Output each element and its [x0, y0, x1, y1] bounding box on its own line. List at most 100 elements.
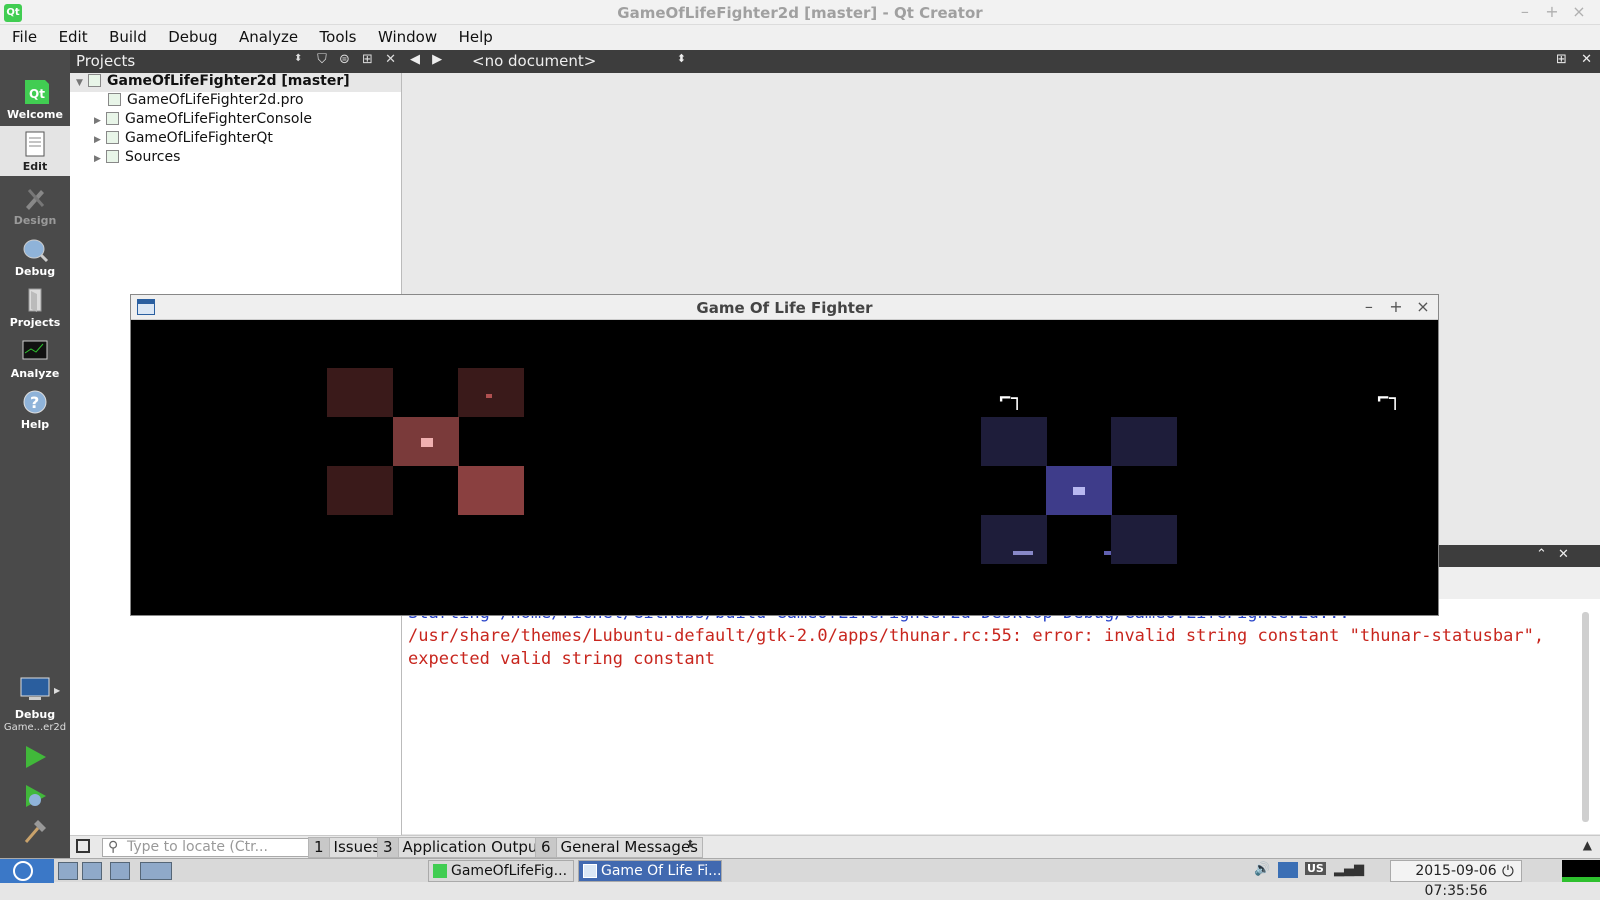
- network-manager-icon[interactable]: [1278, 862, 1298, 878]
- browser-launcher-icon[interactable]: [110, 862, 130, 880]
- menu-build[interactable]: Build: [109, 25, 147, 46]
- toggle-sidebar-icon[interactable]: [76, 839, 90, 853]
- editor-toolbar: ◀ ▶ <no document> ⬍ ⊞ ✕: [402, 50, 1600, 73]
- tree-item-sources[interactable]: ▶ Sources: [94, 149, 180, 168]
- menu-debug[interactable]: Debug: [168, 25, 217, 46]
- blue-cell: [1111, 417, 1177, 466]
- debug-run-icon[interactable]: [20, 782, 50, 810]
- svg-text:Qt: Qt: [29, 87, 45, 101]
- nav-forward-icon[interactable]: ▶: [432, 52, 442, 67]
- filter-icon[interactable]: ⛉: [317, 52, 327, 67]
- menu-bar: File Edit Build Debug Analyze Tools Wind…: [0, 25, 1600, 50]
- close-output-icon[interactable]: ✕: [1558, 547, 1569, 562]
- projects-pane-title[interactable]: Projects: [76, 52, 135, 70]
- collapse-arrow-icon[interactable]: ▼: [76, 78, 88, 88]
- menu-edit[interactable]: Edit: [59, 25, 88, 46]
- close-pane-icon[interactable]: ✕: [385, 52, 396, 67]
- run-icon[interactable]: [20, 743, 50, 771]
- kit-build-config: Debug: [14, 708, 56, 721]
- mode-projects[interactable]: Projects: [0, 282, 70, 334]
- minimize-button[interactable]: –: [1514, 2, 1536, 21]
- task-qtcreator[interactable]: GameOfLifeFig...: [428, 860, 574, 882]
- output-toolbar: [1438, 567, 1600, 599]
- build-hammer-icon[interactable]: [20, 818, 50, 846]
- signal-strength-icon[interactable]: ▂▄▆: [1334, 862, 1364, 877]
- output-scrollbar[interactable]: [1582, 612, 1589, 822]
- locator-input[interactable]: ⚲ Type to locate (Ctr...: [102, 838, 328, 857]
- volume-icon[interactable]: 🔊: [1254, 862, 1270, 877]
- qt-project-icon: [88, 74, 101, 87]
- start-logo-icon: [13, 861, 33, 881]
- task-game-window[interactable]: Game Of Life Fi...: [578, 860, 722, 882]
- game-minimize-button[interactable]: –: [1358, 297, 1380, 316]
- blue-marker: [1013, 551, 1033, 555]
- tree-item-pro-file[interactable]: GameOfLifeFighter2d.pro: [108, 92, 304, 111]
- desktop-switcher-icon[interactable]: [140, 862, 172, 880]
- blue-marker: [1104, 551, 1111, 555]
- nav-back-icon[interactable]: ◀: [410, 52, 420, 67]
- pane-button-app-output[interactable]: 3 Application Output: [377, 837, 549, 858]
- keyboard-layout-indicator[interactable]: US: [1305, 862, 1326, 875]
- scroll-up-icon[interactable]: ▲: [1583, 838, 1592, 852]
- mode-edit-label: Edit: [22, 160, 48, 173]
- tree-item-label: GameOfLifeFighterConsole: [125, 111, 312, 127]
- window-controls: – + ×: [1514, 2, 1590, 21]
- window-title: GameOfLifeFighter2d [master] - Qt Creato…: [617, 4, 983, 22]
- game-close-button[interactable]: ×: [1412, 297, 1434, 316]
- maximize-pane-icon[interactable]: ⌃: [1536, 547, 1547, 562]
- mode-edit[interactable]: Edit: [0, 126, 70, 176]
- power-icon[interactable]: ⏻: [1502, 862, 1514, 880]
- mode-sidebar: Qt Welcome Edit Design Debug Projects An…: [0, 50, 70, 858]
- pane-label: Application Output: [402, 838, 544, 856]
- menu-analyze[interactable]: Analyze: [239, 25, 298, 46]
- close-editor-icon[interactable]: ✕: [1581, 52, 1592, 67]
- design-pen-icon: [26, 189, 45, 210]
- game-window-controls: – + ×: [1358, 297, 1434, 316]
- svg-text:?: ?: [30, 393, 39, 412]
- expand-arrow-icon[interactable]: ▶: [94, 135, 106, 145]
- terminal-launcher-icon[interactable]: [82, 862, 102, 880]
- application-output[interactable]: Starting /home/richel/GitHubs/build-Game…: [402, 599, 1600, 834]
- file-manager-launcher-icon[interactable]: [58, 862, 78, 880]
- tree-item-label: Sources: [125, 149, 181, 165]
- expand-arrow-icon[interactable]: ▶: [94, 116, 106, 126]
- more-panes-icon[interactable]: ⬍: [686, 839, 694, 850]
- mode-welcome-label: Welcome: [7, 108, 63, 121]
- pane-button-general-messages[interactable]: 6 General Messages: [535, 837, 703, 858]
- document-selector[interactable]: <no document> ⬍: [472, 52, 688, 71]
- expand-arrow-icon[interactable]: ▶: [94, 154, 106, 164]
- game-window: Game Of Life Fighter – + × ⌐┐ ⌐┐: [130, 294, 1439, 616]
- menu-help[interactable]: Help: [459, 25, 493, 46]
- red-cell: [327, 368, 393, 417]
- game-maximize-button[interactable]: +: [1385, 297, 1407, 316]
- kit-project-label: Game...er2d: [3, 722, 67, 733]
- mode-debug[interactable]: Debug: [0, 231, 70, 283]
- tree-item-label: GameOfLifeFighter2d [master]: [107, 73, 350, 89]
- cpu-monitor: [1562, 860, 1600, 882]
- pane-button-issues[interactable]: 1 Issues: [308, 837, 386, 858]
- menu-window[interactable]: Window: [378, 25, 437, 46]
- pane-number: 1: [309, 838, 330, 857]
- mode-design[interactable]: Design: [0, 180, 70, 232]
- tree-item-qt[interactable]: ▶ GameOfLifeFighterQt: [94, 130, 273, 149]
- maximize-button[interactable]: +: [1541, 2, 1563, 21]
- mode-analyze[interactable]: Analyze: [0, 333, 70, 385]
- sync-link-icon[interactable]: ⊜: [339, 52, 350, 67]
- tree-item-label: GameOfLifeFighter2d.pro: [127, 92, 304, 108]
- mode-welcome[interactable]: Qt Welcome: [0, 74, 70, 126]
- folder-icon: [106, 150, 119, 163]
- menu-file[interactable]: File: [12, 25, 37, 46]
- mode-help-label: Help: [20, 418, 50, 431]
- tree-item-root[interactable]: ▼ GameOfLifeFighter2d [master]: [70, 73, 401, 92]
- tree-item-console[interactable]: ▶ GameOfLifeFighterConsole: [94, 111, 312, 130]
- start-menu-button[interactable]: [0, 859, 54, 883]
- mode-help[interactable]: ? Help: [0, 384, 70, 436]
- view-selector-arrow-icon[interactable]: ⬍: [294, 53, 302, 64]
- split-icon[interactable]: ⊞: [362, 52, 373, 67]
- split-editor-icon[interactable]: ⊞: [1556, 52, 1567, 67]
- game-canvas[interactable]: ⌐┐ ⌐┐: [131, 320, 1438, 615]
- close-button[interactable]: ×: [1568, 2, 1590, 21]
- menu-tools[interactable]: Tools: [320, 25, 357, 46]
- qt-project-icon: [106, 112, 119, 125]
- blue-cell: [981, 417, 1047, 466]
